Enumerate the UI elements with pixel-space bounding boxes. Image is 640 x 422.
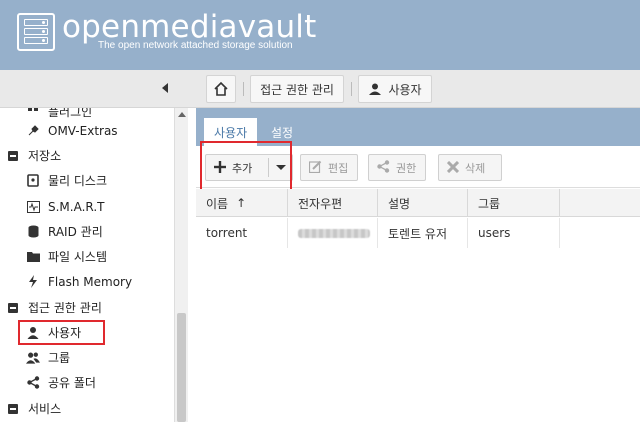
column-header-name[interactable]: 이름 ↑ xyxy=(196,189,288,217)
edit-icon xyxy=(308,159,322,177)
sidebar-nav: 플러그인 OMV-Extras 저장소 물리 디스크 S.M.A.R.T RAI… xyxy=(0,108,188,422)
minus-square-icon xyxy=(6,301,20,315)
cell-email xyxy=(288,218,378,248)
edit-button[interactable]: 편집 xyxy=(300,154,358,181)
grid-header: 이름 ↑ 전자우편 설명 그룹 xyxy=(196,189,640,217)
minus-square-icon xyxy=(6,402,20,416)
sidebar-item-label: 접근 권한 관리 xyxy=(28,301,102,315)
column-label: 그룹 xyxy=(478,196,501,211)
sidebar-item-shared-folders[interactable]: 공유 폴더 xyxy=(26,370,187,395)
breadcrumb-access-rights[interactable]: 접근 권한 관리 xyxy=(250,75,344,103)
redacted-email xyxy=(298,228,370,238)
home-icon xyxy=(214,81,228,96)
tab-label: 설정 xyxy=(271,125,294,140)
breadcrumb-users[interactable]: 사용자 xyxy=(358,75,432,103)
sidebar-scrollbar[interactable] xyxy=(174,108,188,422)
sidebar-item-label: OMV-Extras xyxy=(48,123,118,138)
scroll-up-icon[interactable] xyxy=(178,112,186,117)
table-row[interactable]: torrent 토렌트 유저 users xyxy=(196,218,640,248)
cell-groups: users xyxy=(468,218,560,248)
sidebar-item-raid[interactable]: RAID 관리 xyxy=(26,219,187,244)
share-icon xyxy=(26,376,40,390)
omv-logo-icon xyxy=(17,13,55,51)
sidebar-item-label: 공유 폴더 xyxy=(48,376,96,390)
cell-name: torrent xyxy=(196,218,288,248)
breadcrumb-label: 사용자 xyxy=(388,82,422,97)
sidebar-item-label: 그룹 xyxy=(48,351,71,365)
folder-icon xyxy=(26,250,40,264)
sidebar-item-label: 서비스 xyxy=(28,402,62,416)
sidebar-group-services[interactable]: 서비스 xyxy=(6,396,178,421)
delete-button[interactable]: 삭제 xyxy=(438,154,502,181)
sort-ascending-icon: ↑ xyxy=(236,196,247,210)
sidebar-item-smart[interactable]: S.M.A.R.T xyxy=(26,194,187,219)
sidebar-item-omv-extras[interactable]: OMV-Extras xyxy=(26,118,187,143)
app-tagline: The open network attached storage soluti… xyxy=(98,40,293,51)
sidebar-item-disks[interactable]: 물리 디스크 xyxy=(26,168,187,193)
database-icon xyxy=(26,225,40,239)
sidebar-item-label: 저장소 xyxy=(28,149,62,163)
add-button-highlight xyxy=(200,141,292,191)
user-icon xyxy=(369,83,382,95)
column-label: 전자우편 xyxy=(298,196,343,211)
tab-label: 사용자 xyxy=(214,125,248,140)
sidebar-group-access-rights[interactable]: 접근 권한 관리 xyxy=(6,295,178,320)
breadcrumb-separator xyxy=(351,82,352,96)
sidebar-item-label: Flash Memory xyxy=(48,274,133,289)
column-label: 이름 xyxy=(206,196,229,211)
sidebar-item-filesystems[interactable]: 파일 시스템 xyxy=(26,244,187,269)
users-icon xyxy=(26,351,40,365)
disk-icon xyxy=(26,174,40,188)
delete-button-label: 삭제 xyxy=(465,161,486,175)
cell-description: 토렌트 유저 xyxy=(378,218,468,248)
column-label: 설명 xyxy=(388,196,411,211)
column-header-email[interactable]: 전자우편 xyxy=(288,189,378,217)
scrollbar-thumb[interactable] xyxy=(177,313,186,422)
privileges-button-label: 권한 xyxy=(396,161,417,175)
sidebar-item-label: 물리 디스크 xyxy=(48,174,108,188)
share-icon xyxy=(377,159,390,177)
sidebar-item-label: S.M.A.R.T xyxy=(48,199,105,214)
sidebar-item-flash-memory[interactable]: Flash Memory xyxy=(26,269,187,294)
minus-square-icon xyxy=(6,149,20,163)
lightning-icon xyxy=(26,275,40,289)
column-header-description[interactable]: 설명 xyxy=(378,189,468,217)
close-icon xyxy=(446,159,460,177)
sidebar-item-label: 파일 시스템 xyxy=(48,250,108,264)
sidebar-item-groups[interactable]: 그룹 xyxy=(26,345,187,370)
privileges-button[interactable]: 권한 xyxy=(368,154,426,181)
pulse-icon xyxy=(26,200,40,214)
collapse-sidebar-icon[interactable] xyxy=(162,83,168,93)
sidebar-group-storage[interactable]: 저장소 xyxy=(6,143,178,168)
selected-item-highlight xyxy=(18,320,105,345)
home-button[interactable] xyxy=(206,75,236,103)
breadcrumb-label: 접근 권한 관리 xyxy=(260,82,334,97)
plugin-icon xyxy=(26,108,40,119)
top-toolbar: 접근 권한 관리 사용자 xyxy=(0,70,640,108)
column-header-groups[interactable]: 그룹 xyxy=(468,189,560,217)
main-panel: 사용자 설정 추가 편집 권한 삭제 이름 ↑ 전자우편 설명 그룹 torre… xyxy=(196,108,640,422)
breadcrumb-separator xyxy=(243,82,244,96)
edit-button-label: 편집 xyxy=(328,161,349,175)
sidebar-item-label: RAID 관리 xyxy=(48,225,103,239)
puzzle-icon xyxy=(26,124,40,138)
app-header: openmediavault The open network attached… xyxy=(0,0,640,70)
